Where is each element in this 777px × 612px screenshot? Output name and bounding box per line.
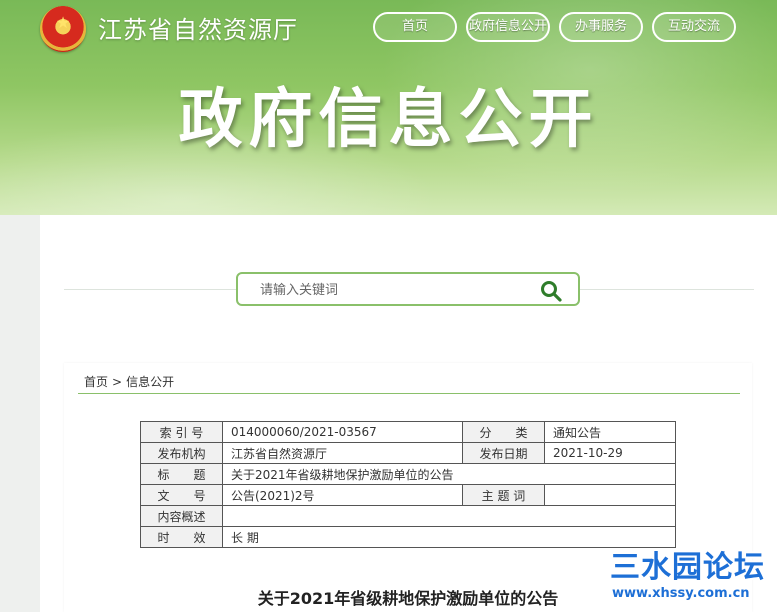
meta-validity-value: 长 期 (222, 526, 676, 548)
breadcrumb-current-link[interactable]: 信息公开 (126, 375, 174, 389)
document-meta-table: 索 引 号 014000060/2021-03567 分 类 通知公告 发布机构… (140, 421, 676, 548)
watermark-logo: 三水园论坛 www.xhssy.com.cn (604, 550, 777, 610)
table-row: 标 题 关于2021年省级耕地保护激励单位的公告 (140, 463, 676, 485)
main-nav: 首页 政府信息公开 办事服务 互动交流 (0, 12, 777, 42)
meta-summary-value (222, 505, 676, 527)
breadcrumb-separator: > (112, 375, 123, 389)
meta-index-label: 索 引 号 (140, 421, 223, 443)
breadcrumb-rule (78, 393, 740, 394)
table-row: 发布机构 江苏省自然资源厅 发布日期 2021-10-29 (140, 442, 676, 464)
nav-home-button[interactable]: 首页 (373, 12, 457, 42)
watermark-url-text: www.xhssy.com.cn (612, 586, 750, 601)
meta-index-value: 014000060/2021-03567 (222, 421, 463, 443)
table-row: 文 号 公告(2021)2号 主 题 词 (140, 484, 676, 506)
breadcrumb: 首页 > 信息公开 (84, 373, 174, 390)
search-input[interactable] (260, 280, 540, 300)
hero-title: 政府信息公开 (178, 83, 599, 157)
nav-services-button[interactable]: 办事服务 (559, 12, 643, 42)
meta-validity-label: 时 效 (140, 526, 223, 548)
table-row: 索 引 号 014000060/2021-03567 分 类 通知公告 (140, 421, 676, 443)
search-icon[interactable] (540, 280, 562, 302)
meta-title-label: 标 题 (140, 463, 223, 485)
meta-date-label: 发布日期 (462, 442, 545, 464)
search-box[interactable] (236, 272, 580, 306)
meta-doc-no-value: 公告(2021)2号 (222, 484, 463, 506)
meta-publisher-label: 发布机构 (140, 442, 223, 464)
meta-date-value: 2021-10-29 (544, 442, 676, 464)
meta-publisher-value: 江苏省自然资源厅 (222, 442, 463, 464)
nav-gov-info-button[interactable]: 政府信息公开 (466, 12, 550, 42)
meta-summary-label: 内容概述 (140, 505, 223, 527)
watermark-main-text: 三水园论坛 (610, 550, 765, 585)
meta-keywords-value (544, 484, 676, 506)
table-row: 内容概述 (140, 505, 676, 527)
meta-keywords-label: 主 题 词 (462, 484, 545, 506)
meta-category-label: 分 类 (462, 421, 545, 443)
nav-interaction-button[interactable]: 互动交流 (652, 12, 736, 42)
breadcrumb-home-link[interactable]: 首页 (84, 375, 108, 389)
meta-category-value: 通知公告 (544, 421, 676, 443)
table-row: 时 效 长 期 (140, 526, 676, 548)
meta-title-value: 关于2021年省级耕地保护激励单位的公告 (222, 463, 676, 485)
meta-doc-no-label: 文 号 (140, 484, 223, 506)
